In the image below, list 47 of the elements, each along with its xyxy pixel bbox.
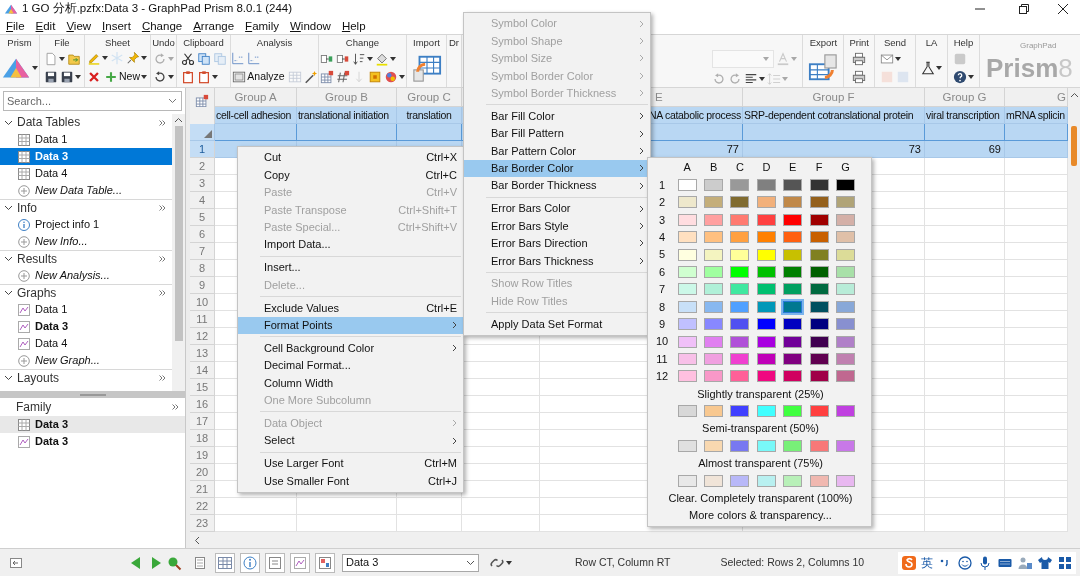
section-title: Info <box>17 200 37 216</box>
group-label: Export <box>809 36 838 49</box>
row-label: 11 <box>656 351 668 367</box>
section-title: Results <box>17 251 57 267</box>
group-label: Dr <box>449 36 459 49</box>
row-label: 1 <box>658 177 666 193</box>
column-letter: F <box>815 160 823 176</box>
column-letter: A <box>683 160 691 176</box>
row-label: 7 <box>658 282 666 298</box>
row-label: 2 <box>658 195 666 211</box>
row-label: 3 <box>658 212 666 228</box>
section-label: Almost transparent (75%) <box>698 456 823 472</box>
position-text: Row CT, Column RT <box>575 554 671 570</box>
row-label: 4 <box>658 230 666 245</box>
section-title: Layouts <box>17 370 60 386</box>
column-letter: B <box>709 160 718 176</box>
group-label: Send <box>883 36 907 49</box>
group-label: Import <box>413 36 440 49</box>
column-letter: D <box>762 160 771 176</box>
group-label: Clipboard <box>183 36 224 49</box>
section-label: Semi-transparent (50%) <box>702 421 819 437</box>
row-label: 9 <box>658 316 666 332</box>
row-label: 8 <box>658 299 666 315</box>
selection-text: Selected: Rows 2, Columns 10 <box>720 554 865 570</box>
section-title: Graphs <box>17 285 57 301</box>
row-label: 5 <box>658 247 666 263</box>
group-label: Analysis <box>256 36 293 49</box>
column-letter: G <box>841 160 850 176</box>
column-letter: E <box>789 160 797 176</box>
window-title: 1 GO 分析.pzfx:Data 3 - GraphPad Prism 8.0.1 (244) <box>22 1 293 17</box>
row-label: 6 <box>658 264 666 280</box>
group-label: File <box>54 36 70 49</box>
group-label: Undo <box>152 36 175 49</box>
panel-title: Family <box>16 399 52 416</box>
row-label: 12 <box>655 369 669 385</box>
section-title: Data Tables <box>17 115 81 130</box>
group-label: Sheet <box>105 36 130 49</box>
brand-small-text: GraphPad <box>1020 41 1057 50</box>
group-label: Change <box>345 36 380 49</box>
group-label: Help <box>953 36 974 49</box>
section-label: Slightly transparent (25%) <box>697 386 824 402</box>
column-letter: C <box>736 160 744 176</box>
brand-name: Prism <box>986 53 1059 83</box>
group-label: Prism <box>7 36 32 49</box>
row-label: 10 <box>655 334 669 350</box>
group-label: LA <box>925 36 938 49</box>
group-label: Print <box>849 36 869 49</box>
